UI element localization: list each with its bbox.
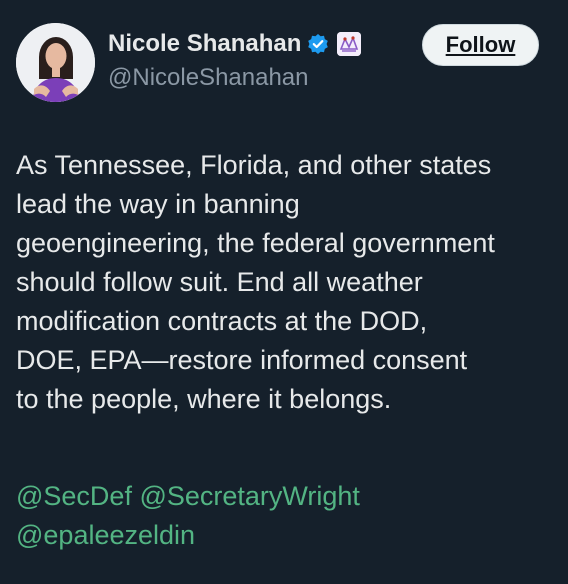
affiliate-badge-icon[interactable] bbox=[337, 32, 362, 56]
profile-photo bbox=[16, 23, 95, 102]
follow-button[interactable]: Follow bbox=[422, 24, 539, 66]
mention-epaleezeldin[interactable]: @epaleezeldin bbox=[16, 520, 195, 550]
display-name[interactable]: Nicole Shanahan bbox=[108, 30, 301, 58]
author-name-row: Nicole Shanahan bbox=[108, 30, 362, 58]
mention-secdef[interactable]: @SecDef bbox=[16, 481, 132, 511]
tweet-mentions: @SecDef @SecretaryWright @epaleezeldin bbox=[16, 477, 360, 555]
avatar[interactable] bbox=[16, 23, 95, 102]
author-handle[interactable]: @NicoleShanahan bbox=[108, 64, 309, 92]
verified-badge-icon[interactable] bbox=[307, 33, 329, 55]
tweet-text: As Tennessee, Florida, and other states … bbox=[16, 150, 495, 414]
mention-secretarywright[interactable]: @SecretaryWright bbox=[139, 481, 359, 511]
tweet-card: Nicole Shanahan @NicoleShanahan Follow A… bbox=[0, 0, 568, 584]
